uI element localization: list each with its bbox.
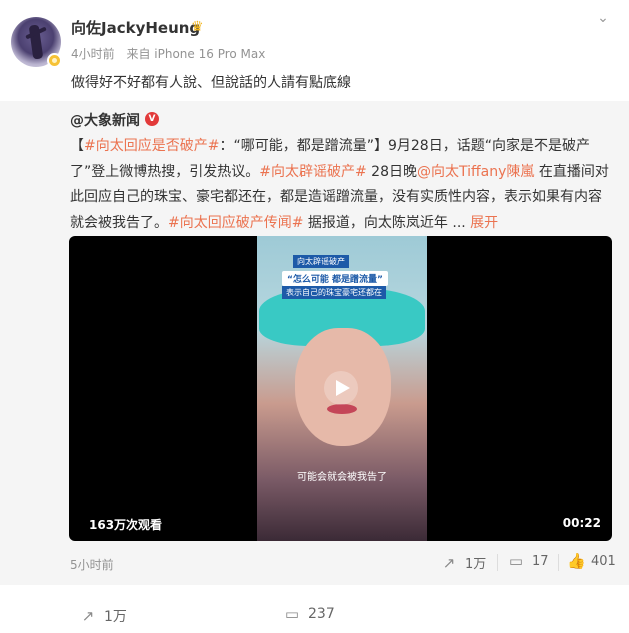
play-icon[interactable] xyxy=(324,371,358,405)
post-source: 来自 iPhone 16 Pro Max xyxy=(126,47,266,61)
post-meta: 4小时前 来自 iPhone 16 Pro Max xyxy=(71,45,273,62)
hashtag-link[interactable]: #向太回应破产传闻# xyxy=(168,215,303,231)
username[interactable]: 向佐JackyHeung xyxy=(71,17,200,38)
verified-red-icon: V xyxy=(145,112,159,126)
hashtag-link[interactable]: #向太辟谣破产# xyxy=(259,164,366,180)
video-lips-shape xyxy=(327,404,357,414)
share-button[interactable]: ↗ 1万 xyxy=(80,606,127,626)
expand-link[interactable]: 展开 xyxy=(470,215,498,231)
repost-body: 【#向太回应是否破产#：“哪可能，都是蹭流量”】9月28日，话题“向家是不是破产… xyxy=(70,134,615,236)
divider xyxy=(558,554,559,571)
text-segment: 据报道，向太陈岚近年 ... xyxy=(303,214,471,231)
view-count: 163万次观看 xyxy=(89,518,163,532)
comment-button[interactable]: ▭ 237 xyxy=(284,606,335,622)
post-header: 向佐JackyHeung ♛ 4小时前 来自 iPhone 16 Pro Max… xyxy=(0,0,629,101)
share-icon: ↗ xyxy=(81,607,95,625)
text-segment: 28日晚 xyxy=(366,163,417,180)
divider xyxy=(497,554,498,571)
source-account[interactable]: @大象新闻 xyxy=(70,110,140,130)
like-icon: 👍 xyxy=(567,552,586,570)
comment-icon: ▭ xyxy=(508,552,524,570)
video-subtitle: 可能会就会被我告了 xyxy=(297,472,387,483)
video-caption-sub: 表示自己的珠宝豪宅还都在 xyxy=(282,286,386,299)
share-icon: ↗ xyxy=(442,553,456,572)
share-count: 1万 xyxy=(104,609,127,625)
text-segment: 【 xyxy=(70,138,84,154)
video-caption-top: 向太辟谣破产 xyxy=(293,255,349,268)
post-time[interactable]: 4小时前 xyxy=(71,47,115,61)
more-icon[interactable]: ⌄ xyxy=(594,10,612,26)
repost-share-button[interactable]: ↗ 1万 xyxy=(441,553,487,573)
repost-comment-button[interactable]: ▭ 17 xyxy=(508,553,549,569)
verified-gold-icon xyxy=(47,53,62,68)
post-actions: ↗ 1万 ▭ 237 xyxy=(0,585,629,633)
repost-time[interactable]: 5小时前 xyxy=(70,556,114,573)
reposted-content: @大象新闻 V 【#向太回应是否破产#：“哪可能，都是蹭流量”】9月28日，话题… xyxy=(0,101,629,585)
post-text: 做得好不好都有人說、但說話的人請有點底線 xyxy=(71,75,351,91)
repost-like-count: 401 xyxy=(591,553,616,569)
crown-icon: ♛ xyxy=(191,19,204,35)
repost-like-button[interactable]: 👍 401 xyxy=(567,553,616,569)
video-caption-main: “怎么可能 都是蹭流量” xyxy=(282,271,388,286)
video-player[interactable]: 向太辟谣破产 “怎么可能 都是蹭流量” 表示自己的珠宝豪宅还都在 可能会就会被我… xyxy=(69,236,612,541)
video-duration: 00:22 xyxy=(562,516,601,530)
repost-share-count: 1万 xyxy=(465,557,487,572)
hashtag-link[interactable]: #向太回应是否破产# xyxy=(84,138,219,154)
comment-count: 237 xyxy=(308,606,335,622)
repost-comment-count: 17 xyxy=(532,553,549,569)
comment-icon: ▭ xyxy=(284,605,300,623)
mention-link[interactable]: @向太Tiffany陳嵐 xyxy=(417,164,534,180)
